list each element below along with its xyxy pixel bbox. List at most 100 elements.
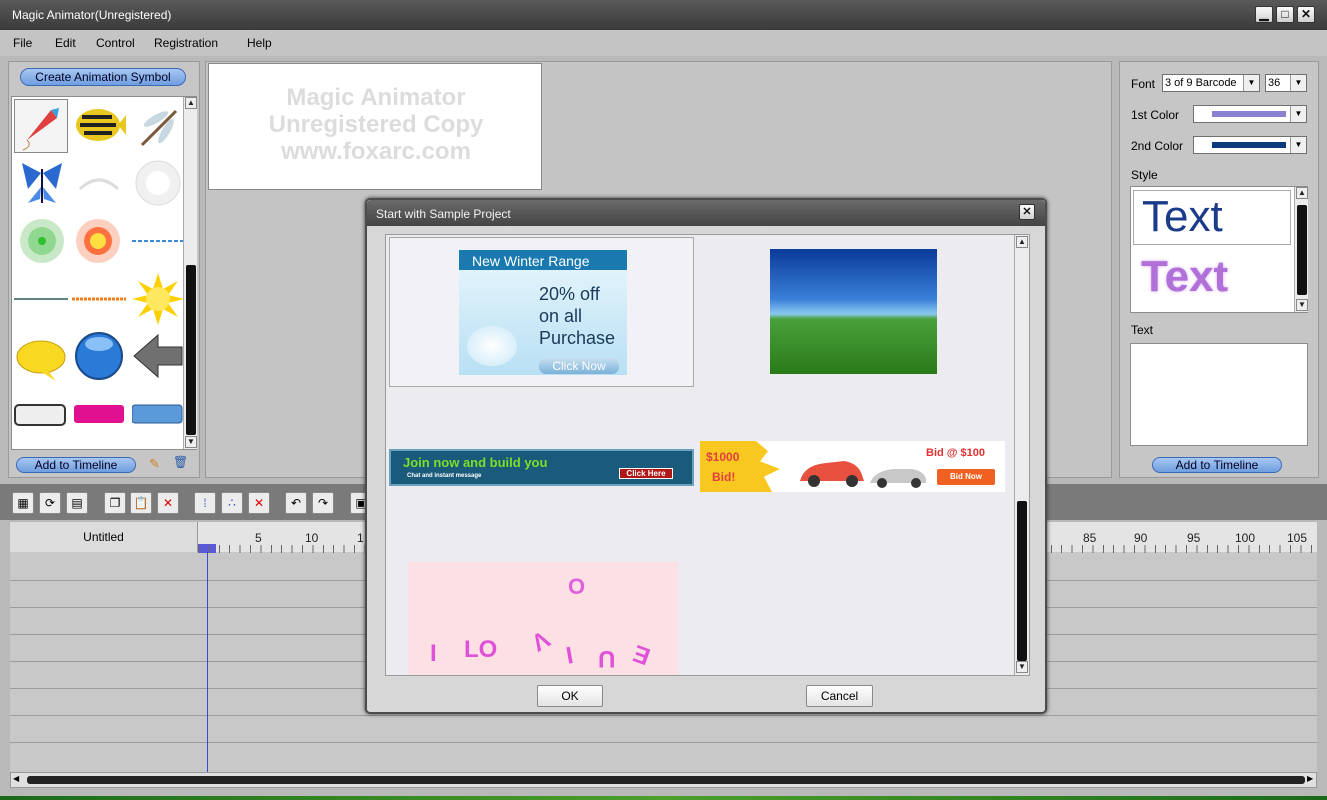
symbol-orange-line[interactable]	[72, 273, 126, 327]
symbol-gray-button[interactable]	[14, 389, 68, 443]
scroll-thumb[interactable]	[186, 265, 196, 435]
dialog-close-button[interactable]: ✕	[1019, 204, 1035, 220]
playhead-line	[207, 552, 208, 772]
menu-file[interactable]: File	[13, 36, 32, 50]
winter-line-2: on all	[539, 306, 583, 326]
scroll-left-icon[interactable]: ◀	[13, 774, 19, 783]
menu-registration[interactable]: Registration	[154, 36, 218, 50]
timeline-hscrollbar[interactable]: ◀ ▶	[10, 772, 1317, 788]
symbol-blue-button[interactable]	[131, 389, 186, 443]
cancel-button[interactable]: Cancel	[806, 685, 873, 707]
symbol-star-sun[interactable]	[132, 271, 186, 325]
font-select[interactable]: 3 of 9 Barcode ▼	[1162, 74, 1260, 92]
symbol-fish[interactable]	[72, 101, 126, 155]
color1-swatch	[1212, 111, 1286, 117]
winter-line-1: 20% off	[539, 284, 600, 304]
scroll-down-icon[interactable]: ▼	[1016, 661, 1028, 673]
symbol-arrow-left[interactable]	[132, 329, 186, 383]
symbol-speech-bubble[interactable]	[14, 331, 68, 385]
scroll-down-icon[interactable]: ▼	[185, 436, 197, 448]
undo-icon[interactable]: ↶	[285, 492, 307, 514]
sample-join-now[interactable]: Join now and build you Chat and instant …	[389, 449, 694, 486]
sample-list-scrollbar[interactable]: ▲ ▼	[1014, 235, 1029, 675]
hscroll-thumb[interactable]	[27, 776, 1305, 784]
desktop-strip	[0, 796, 1327, 800]
redo-icon[interactable]: ↷	[312, 492, 334, 514]
menu-help[interactable]: Help	[247, 36, 272, 50]
title-bar: Magic Animator(Unregistered) ▁ □ ✕	[0, 0, 1327, 30]
ok-button[interactable]: OK	[537, 685, 603, 707]
symbol-dragonfly[interactable]	[132, 101, 186, 155]
text-input[interactable]	[1130, 343, 1308, 446]
sample-list: New Winter Range 20% off on all Purchase…	[385, 234, 1030, 676]
menu-edit[interactable]: Edit	[55, 36, 76, 50]
track-name[interactable]: Untitled	[10, 522, 198, 552]
scroll-right-icon[interactable]: ▶	[1307, 774, 1313, 783]
winter-banner: New Winter Range 20% off on all Purchase…	[459, 250, 627, 375]
open-icon[interactable]: ⟳	[39, 492, 61, 514]
love-letter-i: I	[430, 640, 437, 667]
auction-right-price: Bid @ $100	[926, 447, 986, 459]
motion-path-icon[interactable]: ∴	[221, 492, 243, 514]
scroll-up-icon[interactable]: ▲	[1016, 236, 1028, 248]
minimize-button[interactable]: ▁	[1255, 6, 1273, 23]
symbol-white-glow[interactable]	[132, 157, 186, 211]
edit-pencil-icon[interactable]: ✎	[149, 456, 160, 472]
delete-trash-icon[interactable]: 🗑	[173, 455, 188, 469]
symbol-blue-ball[interactable]	[72, 329, 126, 383]
style-sample-1[interactable]: Text	[1133, 190, 1291, 245]
scroll-up-icon[interactable]: ▲	[1296, 187, 1308, 199]
save-icon[interactable]: ▤	[66, 492, 88, 514]
symbol-sun-glow[interactable]	[72, 215, 126, 269]
love-letter-i2: I	[563, 640, 576, 669]
canvas[interactable]: Magic Animator Unregistered Copy www.fox…	[208, 63, 542, 190]
film-icon[interactable]: ▦	[12, 492, 34, 514]
symbol-butterfly[interactable]	[16, 159, 70, 213]
style-scrollbar[interactable]: ▲ ▼	[1294, 187, 1308, 312]
remove-keyframe-icon[interactable]: ✕	[248, 492, 270, 514]
delete-icon[interactable]: ✕	[157, 492, 179, 514]
color2-picker[interactable]: ▼	[1193, 136, 1307, 154]
add-to-timeline-button-left[interactable]: Add to Timeline	[16, 457, 136, 473]
chevron-down-icon: ▼	[1290, 75, 1306, 91]
scroll-down-icon[interactable]: ▼	[1296, 299, 1308, 311]
symbol-thin-line[interactable]	[14, 273, 68, 327]
gallery-scrollbar[interactable]: ▲ ▼	[183, 97, 197, 449]
symbol-kite[interactable]	[14, 99, 68, 153]
keyframe-icon[interactable]: ⁞	[194, 492, 216, 514]
sample-grass-field[interactable]	[770, 249, 937, 374]
symbol-blue-dash-line[interactable]	[132, 215, 186, 269]
symbol-pink-button[interactable]	[72, 389, 126, 443]
add-to-timeline-button-right[interactable]: Add to Timeline	[1152, 457, 1282, 473]
paste-icon[interactable]: 📋	[130, 492, 152, 514]
close-button[interactable]: ✕	[1297, 6, 1315, 23]
sample-car-auction[interactable]: $1000 Bid! Bid @ $100 Bid Now	[700, 441, 1005, 492]
menu-control[interactable]: Control	[96, 36, 135, 50]
tick-105: 105	[1287, 531, 1308, 545]
symbol-green-glow[interactable]	[16, 215, 70, 269]
copy-icon[interactable]: ❐	[104, 492, 126, 514]
dialog-title: Start with Sample Project	[376, 207, 511, 221]
scroll-up-icon[interactable]: ▲	[185, 97, 197, 109]
maximize-button[interactable]: □	[1276, 6, 1294, 23]
join-click-here-button: Click Here	[619, 468, 673, 479]
font-label: Font	[1131, 77, 1156, 91]
create-animation-symbol-button[interactable]: Create Animation Symbol	[20, 68, 186, 86]
font-size-select[interactable]: 36 ▼	[1265, 74, 1307, 92]
love-letters-lo: LO	[464, 636, 498, 663]
auction-bid: Bid!	[712, 470, 736, 484]
symbol-arc[interactable]	[72, 159, 126, 213]
color1-label: 1st Color	[1131, 108, 1180, 122]
style-sample-2[interactable]: Text	[1133, 251, 1291, 306]
scroll-thumb[interactable]	[1017, 501, 1027, 661]
tick-5: 5	[255, 531, 262, 545]
chevron-down-icon: ▼	[1243, 75, 1259, 91]
winter-header: New Winter Range	[459, 250, 627, 270]
watermark-line-2: Unregistered Copy	[268, 111, 484, 138]
scroll-thumb[interactable]	[1297, 205, 1307, 295]
window-title: Magic Animator(Unregistered)	[12, 8, 172, 22]
color1-picker[interactable]: ▼	[1193, 105, 1307, 123]
sample-winter-range[interactable]: New Winter Range 20% off on all Purchase…	[389, 237, 694, 387]
sample-i-love-you[interactable]: O I LO V I U E	[408, 562, 678, 675]
canvas-watermark: Magic Animator Unregistered Copy www.fox…	[209, 84, 543, 165]
